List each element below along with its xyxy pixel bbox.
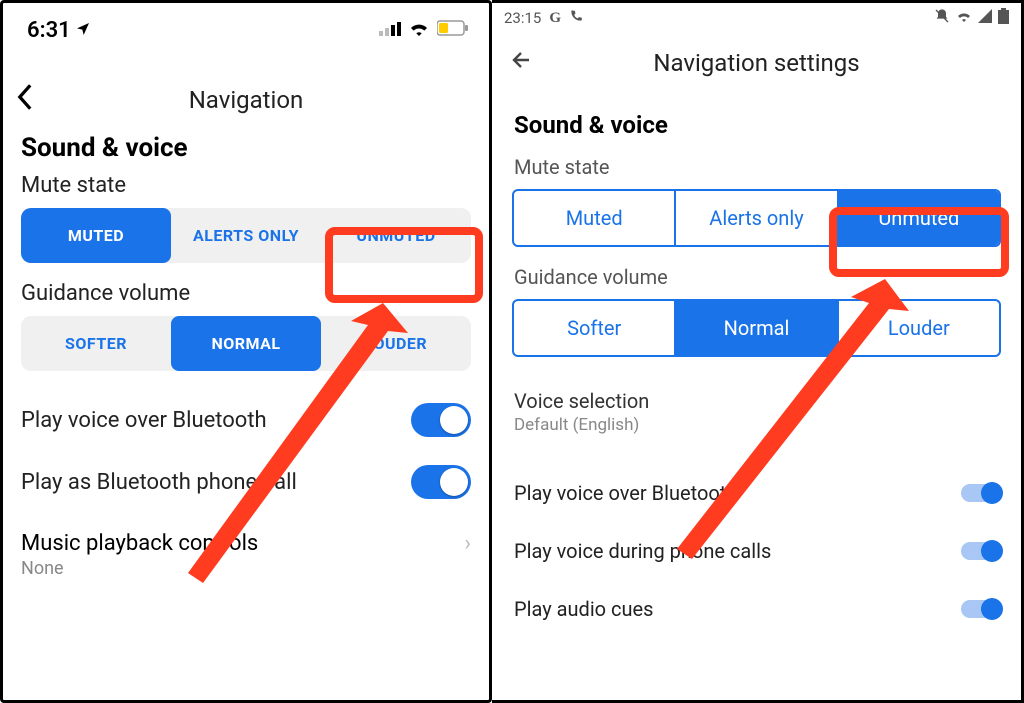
signal-icon: [978, 9, 992, 27]
music-playback-row[interactable]: Music playback controls ›: [3, 521, 489, 556]
guidance-label: Guidance volume: [3, 281, 489, 316]
wifi-icon: [408, 20, 430, 40]
android-screen: 23:15 G Navigation settings Sound & voic…: [492, 0, 1024, 703]
guidance-softer[interactable]: Softer: [514, 301, 674, 355]
back-button[interactable]: [17, 84, 33, 117]
guidance-normal[interactable]: NORMAL: [171, 316, 321, 371]
row-label: Music playback controls: [21, 531, 258, 556]
ios-time: 6:31: [27, 18, 91, 43]
row-label: Play as Bluetooth phone call: [21, 470, 297, 495]
ios-header: Navigation: [3, 71, 489, 129]
battery-icon: [998, 8, 1009, 28]
row-label: Play voice during phone calls: [514, 539, 771, 563]
audio-cues-row[interactable]: Play audio cues: [492, 581, 1021, 639]
location-icon: [75, 18, 91, 43]
phone-icon: [569, 9, 583, 27]
mute-icon: [934, 8, 950, 28]
bluetooth-call-row[interactable]: Play as Bluetooth phone call: [3, 451, 489, 513]
guidance-louder[interactable]: Louder: [837, 301, 999, 355]
section-title: Sound & voice: [3, 129, 489, 173]
toggle-on[interactable]: [961, 484, 999, 502]
toggle-on[interactable]: [961, 542, 999, 560]
guidance-normal[interactable]: Normal: [674, 301, 836, 355]
row-label: Play voice over Bluetooth: [514, 481, 737, 505]
row-label: Play audio cues: [514, 597, 653, 621]
toggle-on[interactable]: [411, 465, 471, 499]
status-icons: [379, 20, 469, 40]
mute-alerts[interactable]: ALERTS ONLY: [171, 208, 321, 263]
bluetooth-voice-row[interactable]: Play voice over Bluetooth: [3, 389, 489, 451]
mute-state-label: Mute state: [3, 173, 489, 208]
mute-unmuted[interactable]: Unmuted: [837, 191, 999, 245]
section-title: Sound & voice: [492, 93, 1021, 155]
clock: 23:15: [504, 9, 541, 27]
mute-alerts[interactable]: Alerts only: [674, 191, 836, 245]
mute-state-label: Mute state: [492, 155, 1021, 189]
guidance-label: Guidance volume: [492, 265, 1021, 299]
mute-muted[interactable]: MUTED: [21, 208, 171, 263]
chevron-right-icon: ›: [464, 531, 471, 556]
voice-selection-value: Default (English): [492, 415, 1021, 465]
mute-muted[interactable]: Muted: [514, 191, 674, 245]
toggle-on[interactable]: [411, 403, 471, 437]
row-label: Play voice over Bluetooth: [21, 408, 267, 433]
cellular-icon: [379, 21, 401, 40]
android-status-bar: 23:15 G: [492, 3, 1021, 33]
ios-screen: 6:31 Navigation: [0, 0, 492, 703]
music-playback-value: None: [3, 556, 489, 581]
mute-state-group: Muted Alerts only Unmuted: [512, 189, 1001, 247]
toggle-on[interactable]: [961, 600, 999, 618]
battery-icon: [437, 20, 469, 40]
guidance-group: Softer Normal Louder: [512, 299, 1001, 357]
mute-unmuted[interactable]: UNMUTED: [321, 208, 471, 263]
guidance-softer[interactable]: SOFTER: [21, 316, 171, 371]
guidance-louder[interactable]: LOUDER: [321, 316, 471, 371]
page-title: Navigation settings: [653, 49, 859, 77]
clock: 6:31: [27, 18, 71, 43]
guidance-group: SOFTER NORMAL LOUDER: [21, 316, 471, 371]
voice-selection-row[interactable]: Voice selection: [492, 375, 1021, 415]
android-header: Navigation settings: [492, 33, 1021, 93]
ios-status-bar: 6:31: [3, 3, 489, 51]
phone-calls-row[interactable]: Play voice during phone calls: [492, 523, 1021, 581]
google-icon: G: [549, 10, 561, 27]
back-button[interactable]: [510, 48, 534, 79]
mute-state-group: MUTED ALERTS ONLY UNMUTED: [21, 208, 471, 263]
wifi-icon: [956, 9, 972, 27]
page-title: Navigation: [189, 86, 304, 114]
bluetooth-voice-row[interactable]: Play voice over Bluetooth: [492, 465, 1021, 523]
